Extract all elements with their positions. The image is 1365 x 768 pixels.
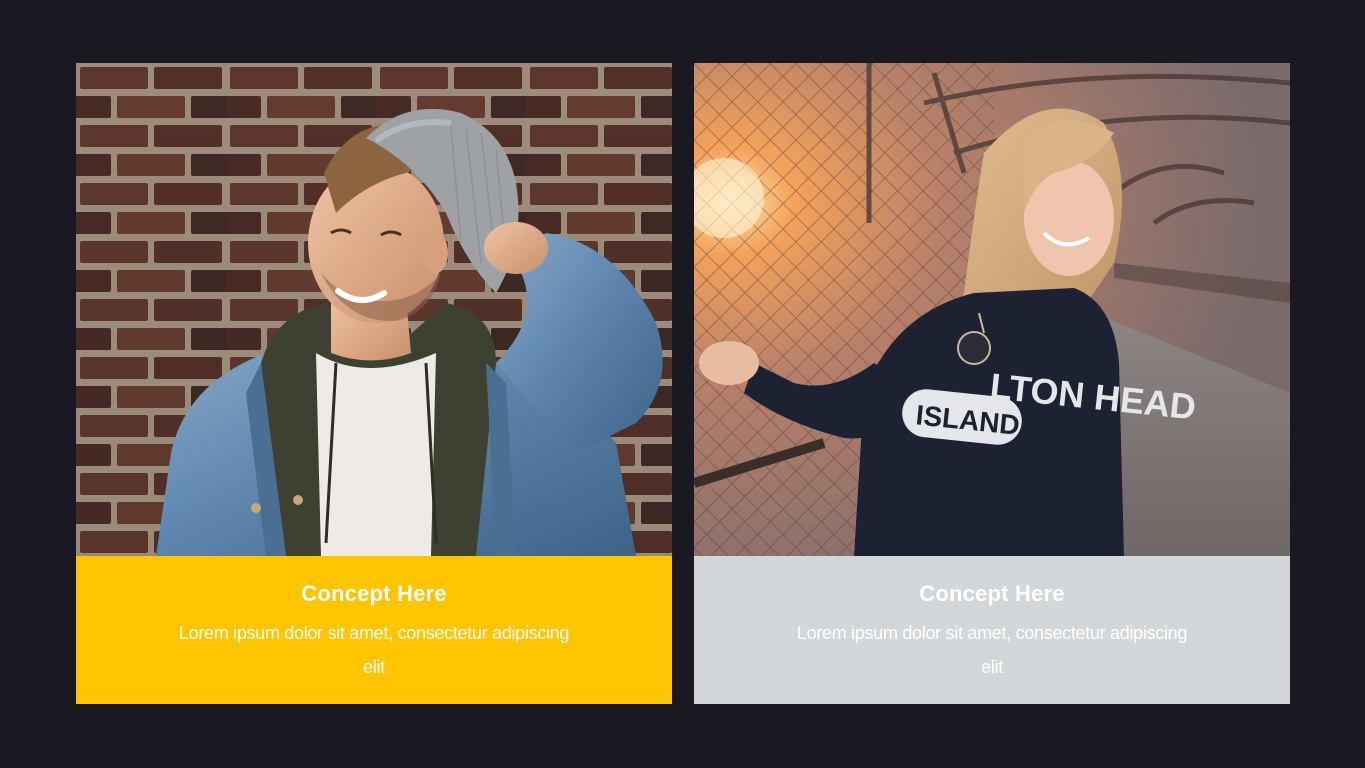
concept-card-2: LTON HEAD ISLAND Concept Here Lorem ipsu… <box>694 63 1290 704</box>
concept-caption-1: Concept Here Lorem ipsum dolor sit amet,… <box>76 556 672 704</box>
slide: Concept Here Lorem ipsum dolor sit amet,… <box>0 0 1365 768</box>
woman-photo: LTON HEAD ISLAND <box>694 63 1290 556</box>
concept-title: Concept Here <box>919 581 1065 606</box>
concept-caption-2: Concept Here Lorem ipsum dolor sit amet,… <box>694 556 1290 704</box>
concept-description: Lorem ipsum dolor sit amet, consectetur … <box>796 623 1188 677</box>
concept-description: Lorem ipsum dolor sit amet, consectetur … <box>178 623 570 677</box>
concept-card-1: Concept Here Lorem ipsum dolor sit amet,… <box>76 63 672 704</box>
concept-title: Concept Here <box>301 581 447 606</box>
man-photo <box>76 63 672 556</box>
